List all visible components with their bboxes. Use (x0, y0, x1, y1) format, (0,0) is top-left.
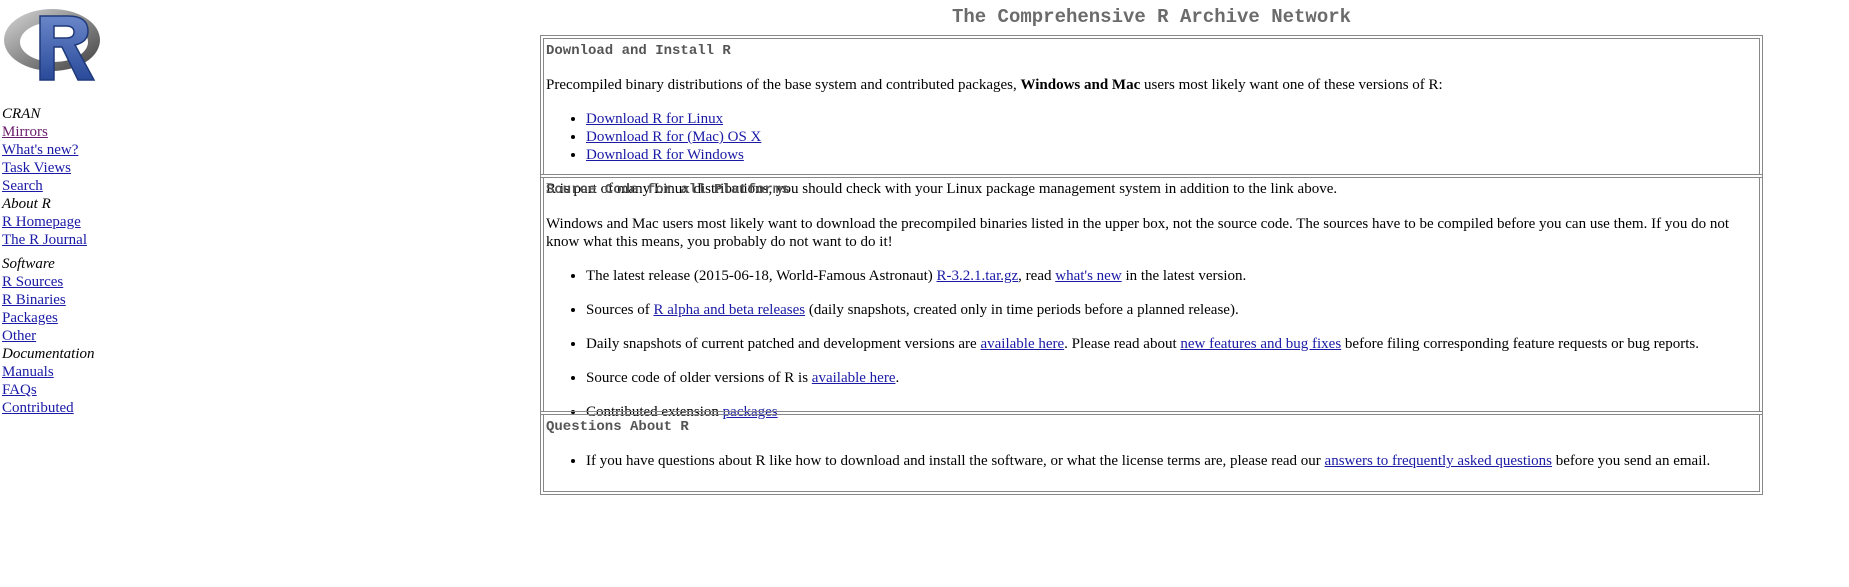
older-versions-link[interactable]: available here (812, 370, 896, 386)
nav-link-packages[interactable]: Packages (2, 309, 66, 327)
nav-group-title: Documentation (2, 346, 95, 362)
nav-link-search[interactable]: Search (2, 177, 78, 195)
item-text: before filing corresponding feature requ… (1344, 336, 1699, 352)
list-item: Sources of R alpha and beta releases (da… (586, 301, 1757, 319)
nav-link-task-views[interactable]: Task Views (2, 159, 78, 177)
item-text: in the latest version. (1125, 268, 1247, 284)
list-item: If you have questions about R like how t… (586, 452, 1757, 470)
item-text: If you have questions about R like how t… (586, 453, 1321, 469)
item-text: . (895, 370, 900, 386)
item-text: . Please read about (1064, 336, 1177, 352)
nav-group-title: About R (2, 196, 51, 212)
item-text: Daily snapshots of current patched and d… (586, 336, 977, 352)
download-box-inner: Download and Install R Precompiled binar… (543, 38, 1760, 197)
list-item: Source code of older versions of R is av… (586, 369, 1757, 387)
alpha-beta-releases-link[interactable]: R alpha and beta releases (654, 302, 806, 318)
source-heading: Source Code for all Platforms (546, 182, 790, 198)
list-item: Download R for (Mac) OS X (586, 128, 1757, 146)
page-title: The Comprehensive R Archive Network (951, 6, 1352, 28)
new-features-link[interactable]: new features and bug fixes (1180, 336, 1341, 352)
faq-link[interactable]: answers to frequently asked questions (1325, 453, 1552, 469)
latest-release-link[interactable]: R-3.2.1.tar.gz (937, 268, 1019, 284)
item-text: (daily snapshots, created only in time p… (808, 302, 1239, 318)
source-items-list: The latest release (2015-06-18, World-Fa… (546, 267, 1757, 421)
nav-link-whats-new[interactable]: What's new? (2, 141, 78, 159)
questions-box: Questions About R If you have questions … (540, 411, 1763, 495)
download-heading: Download and Install R (546, 43, 731, 59)
nav-link-mirrors[interactable]: Mirrors (2, 123, 78, 141)
navigation-frame: CRAN Mirrors What's new? Task Views Sear… (0, 0, 540, 587)
download-intro-text-2: users most likely want one of these vers… (1144, 77, 1443, 93)
item-text: The latest release (2015-06-18, World-Fa… (586, 268, 933, 284)
r-logo[interactable] (2, 4, 104, 84)
list-item: Download R for Linux (586, 110, 1757, 128)
questions-heading: Questions About R (546, 419, 689, 435)
download-intro-text: Precompiled binary distributions of the … (546, 77, 1017, 93)
nav-link-manuals[interactable]: Manuals (2, 363, 94, 381)
list-item: Download R for Windows (586, 146, 1757, 164)
questions-box-inner: Questions About R If you have questions … (543, 414, 1760, 492)
source-box-inner: Source Code for all Platforms Windows an… (543, 177, 1760, 420)
download-macosx-link[interactable]: Download R for (Mac) OS X (586, 129, 761, 145)
source-box: Source Code for all Platforms Windows an… (540, 174, 1763, 420)
nav-link-contributed[interactable]: Contributed (2, 399, 94, 417)
whats-new-link[interactable]: what's new (1055, 268, 1121, 284)
nav-group-software: Software R Sources R Binaries Packages O… (2, 255, 66, 345)
list-item: The latest release (2015-06-18, World-Fa… (586, 267, 1757, 285)
r-logo-icon (4, 9, 100, 81)
nav-link-r-binaries[interactable]: R Binaries (2, 291, 66, 309)
nav-group-cran: CRAN Mirrors What's new? Task Views Sear… (2, 105, 78, 195)
daily-snapshots-link[interactable]: available here (980, 336, 1064, 352)
source-intro: Windows and Mac users most likely want t… (546, 216, 1729, 250)
list-item: Daily snapshots of current patched and d… (586, 335, 1757, 353)
download-box: Download and Install R Precompiled binar… (540, 35, 1763, 197)
nav-group-title: CRAN (2, 106, 41, 122)
download-intro-bold: Windows and Mac (1020, 77, 1141, 93)
nav-link-other[interactable]: Other (2, 327, 66, 345)
download-linux-link[interactable]: Download R for Linux (586, 111, 723, 127)
item-text: , read (1018, 268, 1052, 284)
item-text: before you send an email. (1555, 453, 1711, 469)
nav-group-about: About R R Homepage The R Journal (2, 195, 87, 249)
download-windows-link[interactable]: Download R for Windows (586, 147, 744, 163)
nav-link-r-homepage[interactable]: R Homepage (2, 213, 87, 231)
item-text: Source code of older versions of R is (586, 370, 809, 386)
item-text: Sources of (586, 302, 650, 318)
nav-link-r-sources[interactable]: R Sources (2, 273, 66, 291)
nav-link-r-journal[interactable]: The R Journal (2, 231, 87, 249)
nav-group-documentation: Documentation Manuals FAQs Contributed (2, 345, 94, 417)
download-links-list: Download R for Linux Download R for (Mac… (546, 110, 1757, 164)
nav-group-title: Software (2, 256, 55, 272)
questions-list: If you have questions about R like how t… (546, 452, 1757, 470)
download-intro: Precompiled binary distributions of the … (546, 76, 1757, 94)
nav-link-faqs[interactable]: FAQs (2, 381, 94, 399)
